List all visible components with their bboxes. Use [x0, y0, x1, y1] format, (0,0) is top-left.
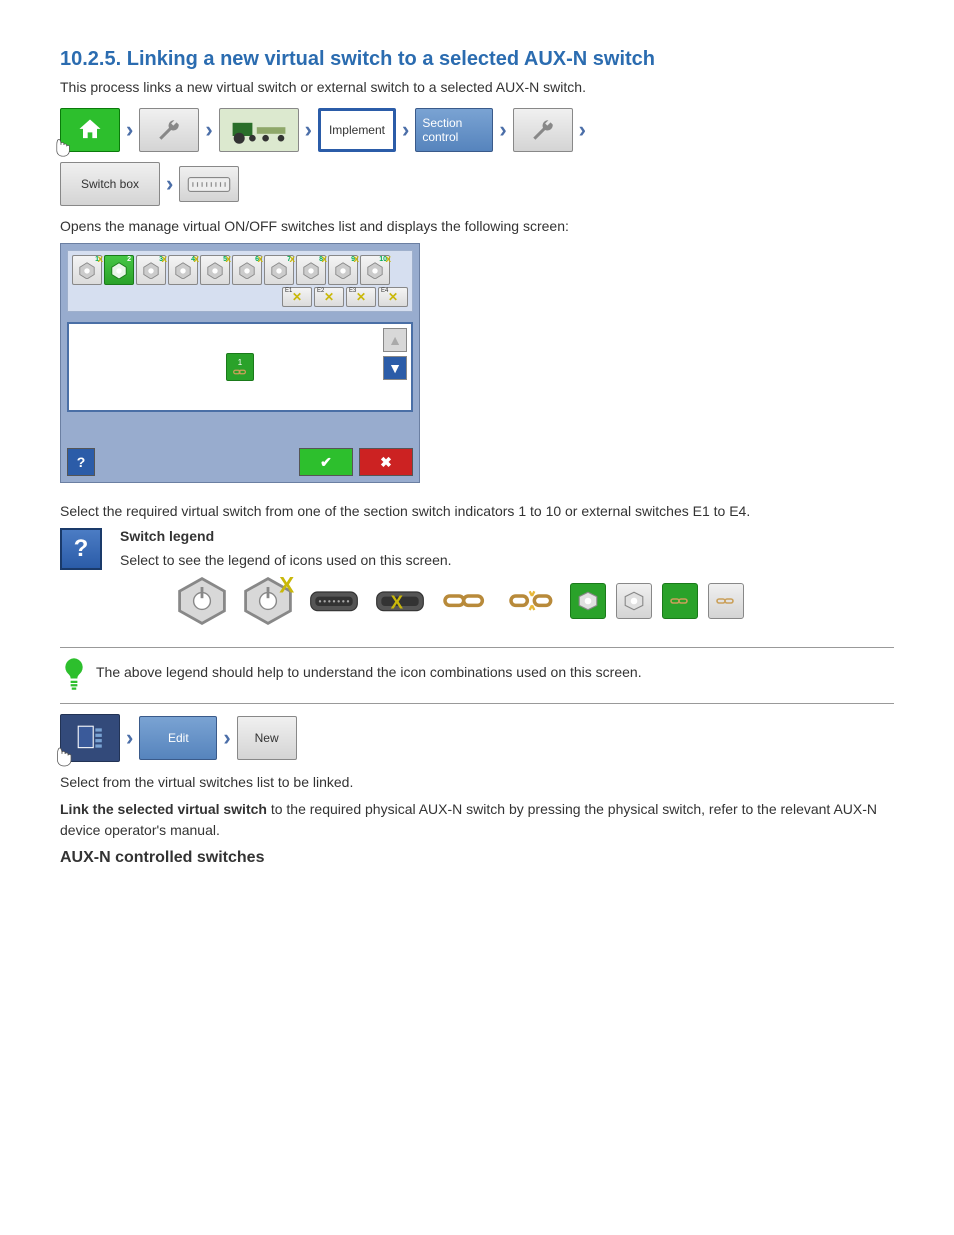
switch-8[interactable]: 8x [296, 255, 326, 285]
separator [60, 647, 894, 648]
device-button[interactable] [179, 166, 239, 202]
help-legend-label: Switch legend [120, 528, 214, 544]
path2-description: Select from the virtual switches list to… [60, 772, 894, 793]
svg-text:X: X [279, 573, 294, 598]
chapter-title: Linking a new virtual switch to a select… [127, 48, 655, 70]
chevron-icon: › [166, 171, 173, 197]
home-icon [76, 116, 104, 144]
edit-button[interactable]: Edit [139, 716, 217, 760]
legend-toggle-off-x-icon: X [240, 577, 296, 625]
intro-text: This process links a new virtual switch … [60, 77, 894, 98]
tractor-icon [226, 114, 292, 147]
switch-2-selected[interactable]: 2 [104, 255, 134, 285]
legend-box-green-link [662, 583, 698, 619]
tip-bulb-icon [60, 656, 88, 695]
chevron-icon: › [205, 117, 212, 143]
legend-box-gray-toggle [616, 583, 652, 619]
legend-connector-x-icon: X [372, 577, 428, 625]
hand-pointer-icon [47, 739, 77, 769]
legend-icon-row: X X [174, 577, 894, 625]
switch-management-screen: 1x 2 3x 4x 5x 6x 7x 8x 9x 10x E1✕ E2✕ E3… [60, 243, 420, 483]
switch-3[interactable]: 3x [136, 255, 166, 285]
wrench-icon [156, 117, 182, 143]
nav-path-1: › › › Implement › Section control › › [60, 108, 894, 152]
legend-toggle-on-icon [174, 577, 230, 625]
chevron-icon: › [126, 117, 133, 143]
legend-box-gray-link [708, 583, 744, 619]
legend-link-broken-icon [504, 577, 560, 625]
linked-switches-list: 1 ▲ ▼ [67, 322, 413, 412]
path1-description: Opens the manage virtual ON/OFF switches… [60, 216, 894, 237]
scroll-up-button[interactable]: ▲ [383, 328, 407, 352]
list-icon [75, 723, 105, 753]
legend-box-green-toggle [570, 583, 606, 619]
hand-pointer-icon [47, 131, 75, 159]
switch-5[interactable]: 5x [200, 255, 230, 285]
cancel-button[interactable]: ✖ [359, 448, 413, 476]
instruction-select: Select the required virtual switch from … [60, 501, 894, 522]
home-button[interactable] [60, 108, 120, 152]
implement-select-button[interactable]: Implement [318, 108, 396, 152]
nav-path-1b: Switch box › [60, 162, 894, 206]
ext-switch-e4[interactable]: E4✕ [378, 287, 408, 307]
chevron-icon: › [499, 117, 506, 143]
tip-text: The above legend should help to understa… [96, 662, 894, 683]
chevron-icon: › [402, 117, 409, 143]
aux-list-button[interactable] [60, 714, 120, 762]
switch-10[interactable]: 10x [360, 255, 390, 285]
chevron-icon: › [579, 117, 586, 143]
chevron-icon: › [223, 725, 230, 751]
ext-switch-e2[interactable]: E2✕ [314, 287, 344, 307]
chevron-icon: › [305, 117, 312, 143]
external-switch-row: E1✕ E2✕ E3✕ E4✕ [72, 287, 408, 307]
legend-link-icon [438, 577, 494, 625]
help-legend-text: Select to see the legend of icons used o… [120, 550, 894, 571]
separator [60, 703, 894, 704]
linked-switch-chip[interactable]: 1 [226, 353, 254, 381]
section-control-button[interactable]: Section control [415, 108, 493, 152]
wrench-icon [530, 117, 556, 143]
ext-switch-e1[interactable]: E1✕ [282, 287, 312, 307]
switch-6[interactable]: 6x [232, 255, 262, 285]
settings-button-2[interactable] [513, 108, 573, 152]
confirm-button[interactable]: ✔ [299, 448, 353, 476]
svg-text:X: X [391, 591, 404, 612]
auxn-section-heading: AUX-N controlled switches [60, 849, 894, 867]
switch-row-icon [186, 173, 232, 196]
switch-9[interactable]: 9x [328, 255, 358, 285]
ext-switch-e3[interactable]: E3✕ [346, 287, 376, 307]
new-button[interactable]: New [237, 716, 297, 760]
switch-1[interactable]: 1x [72, 255, 102, 285]
switchbox-button[interactable]: Switch box [60, 162, 160, 206]
legend-connector-icon [306, 577, 362, 625]
scroll-down-button[interactable]: ▼ [383, 356, 407, 380]
help-legend-button[interactable]: ? [60, 528, 102, 570]
switch-7[interactable]: 7x [264, 255, 294, 285]
implement-image-button[interactable] [219, 108, 299, 152]
switch-4[interactable]: 4x [168, 255, 198, 285]
nav-path-2: › Edit › New [60, 714, 894, 762]
chapter-number: 10.2.5. [60, 48, 121, 70]
link-step-text: Link the selected virtual switch to the … [60, 799, 894, 841]
help-button[interactable]: ? [67, 448, 95, 476]
settings-button[interactable] [139, 108, 199, 152]
chevron-icon: › [126, 725, 133, 751]
chain-link-icon [231, 367, 249, 377]
switch-row: 1x 2 3x 4x 5x 6x 7x 8x 9x 10x [72, 255, 408, 285]
